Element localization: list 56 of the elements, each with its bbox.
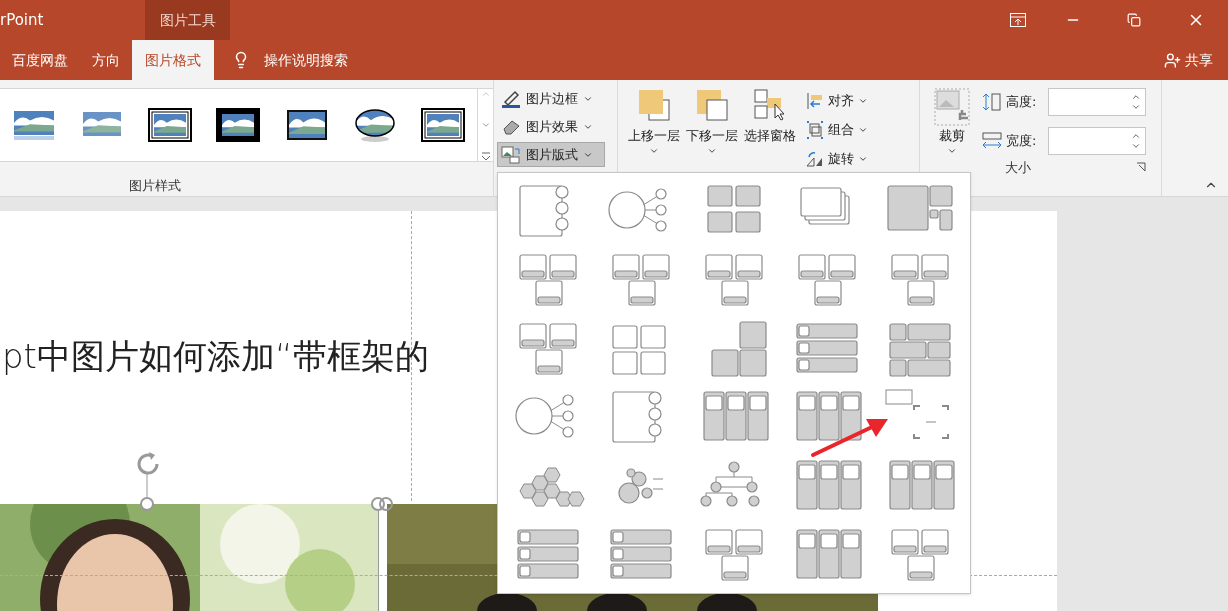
- crop-icon: [934, 88, 970, 126]
- send-backward-icon: [695, 88, 729, 122]
- caret-icon: [858, 96, 868, 106]
- group-icon: [806, 121, 824, 139]
- caret-icon: [858, 154, 868, 164]
- pencil-icon: [501, 89, 521, 108]
- arrange-menu-button[interactable]: 组合: [806, 117, 868, 143]
- bring-forward-icon: [637, 88, 671, 122]
- caret-icon: [858, 125, 868, 135]
- group-label: 大小: [1005, 158, 1031, 177]
- picture-format-button[interactable]: 图片版式: [497, 142, 605, 167]
- resize-handle[interactable]: [140, 497, 154, 511]
- picture-format-button[interactable]: 图片边框: [497, 86, 605, 111]
- ribbon-tab[interactable]: 百度网盘: [0, 40, 80, 80]
- group-label: 图片样式: [128, 177, 182, 195]
- ribbon-display-icon[interactable]: [1010, 13, 1026, 27]
- selection-pane-icon: [753, 88, 787, 122]
- picture-layout-icon: [501, 145, 521, 164]
- arrange-menu-button[interactable]: 旋转: [806, 146, 868, 172]
- picture-style-icon: [420, 107, 465, 143]
- restore-icon[interactable]: [1127, 13, 1141, 27]
- height-icon: [982, 92, 1002, 112]
- context-tab-label: 图片工具: [145, 0, 230, 40]
- increment-icon[interactable]: [1131, 92, 1141, 102]
- picture-format-button[interactable]: 图片效果: [497, 114, 605, 139]
- slide-title: pt中图片如何添加“带框架的: [2, 335, 429, 378]
- crop-button[interactable]: 裁剪: [930, 88, 974, 156]
- increment-icon[interactable]: [1131, 131, 1141, 141]
- more-icon[interactable]: [480, 151, 491, 161]
- app-title: rPoint: [0, 10, 45, 31]
- width-icon: [982, 131, 1002, 151]
- picture-style-icon: [216, 107, 261, 143]
- arrange-menu-button[interactable]: 对齐: [806, 88, 868, 114]
- scroll-up-icon[interactable]: [480, 89, 491, 99]
- ribbon-tab[interactable]: 方向: [80, 40, 132, 80]
- width-label: 宽度:: [1006, 132, 1038, 151]
- height-label: 高度:: [1006, 93, 1038, 112]
- align-icon: [806, 92, 824, 110]
- picture-style-icon: [148, 107, 193, 143]
- picture-style-icon: [284, 107, 329, 143]
- share-button[interactable]: 共享: [1164, 40, 1213, 80]
- decrement-icon[interactable]: [1131, 141, 1141, 151]
- arrange-button[interactable]: 选择窗格: [742, 88, 798, 162]
- tell-me-search[interactable]: 操作说明搜索: [264, 49, 348, 71]
- person-add-icon: [1164, 51, 1181, 69]
- arrange-button[interactable]: 上移一层: [626, 88, 682, 162]
- decrement-icon[interactable]: [1131, 102, 1141, 112]
- spin-field[interactable]: [1048, 88, 1146, 116]
- spin-field[interactable]: [1048, 127, 1146, 155]
- resize-handles-icon[interactable]: [371, 497, 393, 511]
- arrange-button[interactable]: 下移一层: [684, 88, 740, 162]
- ribbon-tab[interactable]: 图片格式: [132, 40, 214, 80]
- picture-style-icon: [352, 107, 397, 143]
- dialog-launcher-icon[interactable]: [1136, 162, 1146, 173]
- rotate-icon: [806, 150, 824, 168]
- scroll-down-icon[interactable]: [480, 120, 491, 130]
